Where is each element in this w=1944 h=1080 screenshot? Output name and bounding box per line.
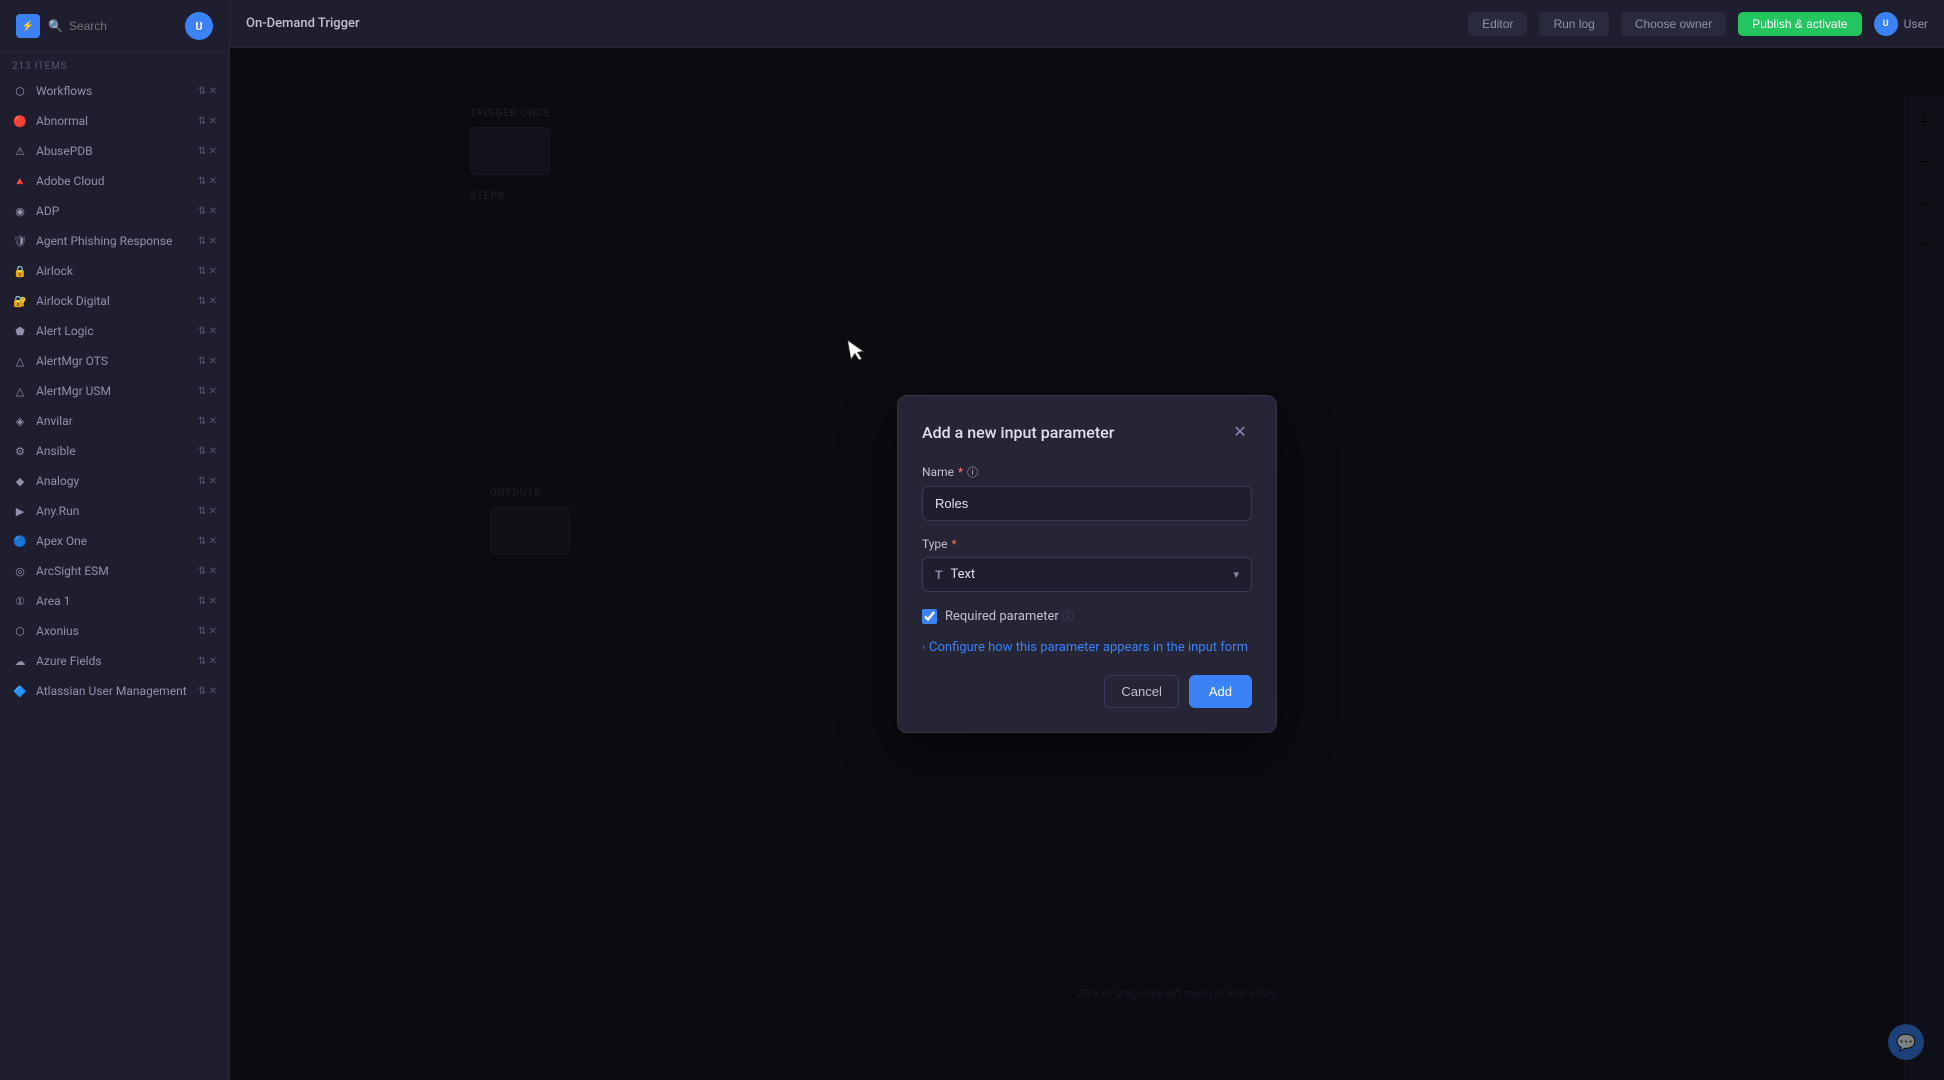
search-icon: 🔍 bbox=[48, 19, 63, 33]
configure-link-text: Configure how this parameter appears in … bbox=[929, 640, 1248, 655]
search-input[interactable] bbox=[69, 19, 177, 33]
chevron-down-icon: ▾ bbox=[1233, 568, 1239, 581]
sidebar-item-adp[interactable]: ◉ ADP ⇅ ✕ bbox=[0, 196, 229, 226]
sidebar-items: ⬡ Workflows ⇅ ✕ 🔴 Abnormal ⇅ ✕ ⚠ AbusePD… bbox=[0, 76, 229, 1080]
modal-footer: Cancel Add bbox=[922, 675, 1252, 708]
atlassian-icon: 🔷 bbox=[12, 683, 28, 699]
type-required-marker: * bbox=[952, 537, 957, 551]
sidebar-item-area1[interactable]: ① Area 1 ⇅ ✕ bbox=[0, 586, 229, 616]
cancel-button[interactable]: Cancel bbox=[1104, 675, 1178, 708]
select-left: T Text bbox=[935, 567, 975, 582]
chevron-right-icon: › bbox=[922, 642, 925, 653]
modal-close-button[interactable]: ✕ bbox=[1228, 420, 1252, 444]
sidebar-item-abnormal[interactable]: 🔴 Abnormal ⇅ ✕ bbox=[0, 106, 229, 136]
abnormal-icon: 🔴 bbox=[12, 113, 28, 129]
modal-header: Add a new input parameter ✕ bbox=[922, 420, 1252, 444]
name-field-group: Name * ⓘ bbox=[922, 464, 1252, 521]
text-type-icon: T bbox=[935, 568, 942, 582]
alert-logic-icon: ⬟ bbox=[12, 323, 28, 339]
sidebar-item-arcsight[interactable]: ◎ ArcSight ESM ⇅ ✕ bbox=[0, 556, 229, 586]
topbar: On-Demand Trigger Editor Run log Choose … bbox=[230, 0, 1944, 48]
required-checkbox-row: Required parameter ⓘ bbox=[922, 608, 1252, 624]
sidebar-item-any-run[interactable]: ▶ Any.Run ⇅ ✕ bbox=[0, 496, 229, 526]
workflows-icon: ⬡ bbox=[12, 83, 28, 99]
sidebar-item-airlock[interactable]: 🔒 Airlock ⇅ ✕ bbox=[0, 256, 229, 286]
name-input[interactable] bbox=[922, 486, 1252, 521]
sidebar-header: ⚡ 🔍 U bbox=[0, 0, 229, 53]
sidebar-item-alertmgr-usm[interactable]: △ AlertMgr USM ⇅ ✕ bbox=[0, 376, 229, 406]
alertmgr-ots-icon: △ bbox=[12, 353, 28, 369]
add-parameter-modal: Add a new input parameter ✕ Name * ⓘ bbox=[897, 395, 1277, 733]
workflow-area: TRIGGER ONCE STEPS OUTPUTS Click or drag… bbox=[230, 48, 1944, 1080]
name-label: Name * ⓘ bbox=[922, 464, 1252, 480]
sidebar-item-azure-fields[interactable]: ☁ Azure Fields ⇅ ✕ bbox=[0, 646, 229, 676]
any-run-icon: ▶ bbox=[12, 503, 28, 519]
app-logo: ⚡ bbox=[16, 14, 40, 38]
modal-title: Add a new input parameter bbox=[922, 423, 1114, 442]
sidebar-item-atlassian[interactable]: 🔷 Atlassian User Management ⇅ ✕ bbox=[0, 676, 229, 706]
name-required-marker: * bbox=[958, 465, 963, 479]
anvilar-icon: ◈ bbox=[12, 413, 28, 429]
sidebar-nav-label: 213 items bbox=[0, 53, 229, 76]
main-content: On-Demand Trigger Editor Run log Choose … bbox=[230, 0, 1944, 1080]
search-area: 🔍 bbox=[48, 19, 177, 33]
page-title: On-Demand Trigger bbox=[246, 16, 1456, 31]
type-selected-value: Text bbox=[950, 567, 975, 582]
sidebar-item-apex-one[interactable]: 🔵 Apex One ⇅ ✕ bbox=[0, 526, 229, 556]
configure-link[interactable]: › Configure how this parameter appears i… bbox=[922, 640, 1252, 655]
topbar-avatar[interactable]: U bbox=[1874, 12, 1898, 36]
airlock-icon: 🔒 bbox=[12, 263, 28, 279]
user-info: U User bbox=[1874, 12, 1928, 36]
sidebar-item-workflows[interactable]: ⬡ Workflows ⇅ ✕ bbox=[0, 76, 229, 106]
sidebar-item-adobe-cloud[interactable]: 🔺 Adobe Cloud ⇅ ✕ bbox=[0, 166, 229, 196]
sidebar-item-anvilar[interactable]: ◈ Anvilar ⇅ ✕ bbox=[0, 406, 229, 436]
adobe-icon: 🔺 bbox=[12, 173, 28, 189]
name-info-icon: ⓘ bbox=[967, 464, 978, 480]
sidebar-item-abusepdb[interactable]: ⚠ AbusePDB ⇅ ✕ bbox=[0, 136, 229, 166]
adp-icon: ◉ bbox=[12, 203, 28, 219]
add-button[interactable]: Add bbox=[1189, 675, 1252, 708]
type-select[interactable]: T Text ▾ bbox=[922, 557, 1252, 592]
sidebar-item-axonius[interactable]: ⬡ Axonius ⇅ ✕ bbox=[0, 616, 229, 646]
username: User bbox=[1904, 17, 1928, 31]
area1-icon: ① bbox=[12, 593, 28, 609]
analogy-icon: ◆ bbox=[12, 473, 28, 489]
ansible-icon: ⚙ bbox=[12, 443, 28, 459]
sidebar-item-alertmgr-ots[interactable]: △ AlertMgr OTS ⇅ ✕ bbox=[0, 346, 229, 376]
agent-phishing-icon: 🛡 bbox=[12, 233, 28, 249]
required-checkbox-label: Required parameter ⓘ bbox=[945, 608, 1074, 624]
type-label: Type * bbox=[922, 537, 1252, 551]
sidebar-item-ansible[interactable]: ⚙ Ansible ⇅ ✕ bbox=[0, 436, 229, 466]
required-info-icon: ⓘ bbox=[1063, 608, 1074, 624]
sidebar-item-airlock-digital[interactable]: 🔐 Airlock Digital ⇅ ✕ bbox=[0, 286, 229, 316]
avatar[interactable]: U bbox=[185, 12, 213, 40]
apex-one-icon: 🔵 bbox=[12, 533, 28, 549]
sidebar-item-label: Workflows bbox=[36, 84, 190, 98]
modal-backdrop: Add a new input parameter ✕ Name * ⓘ bbox=[230, 48, 1944, 1080]
required-checkbox[interactable] bbox=[922, 609, 937, 624]
airlock-digital-icon: 🔐 bbox=[12, 293, 28, 309]
sidebar-item-analogy[interactable]: ◆ Analogy ⇅ ✕ bbox=[0, 466, 229, 496]
alertmgr-usm-icon: △ bbox=[12, 383, 28, 399]
type-field-group: Type * T Text ▾ bbox=[922, 537, 1252, 592]
sidebar: ⚡ 🔍 U 213 items ⬡ Workflows ⇅ ✕ 🔴 Abnorm… bbox=[0, 0, 230, 1080]
expand-icon: ⇅ ✕ bbox=[198, 86, 217, 97]
run-log-button[interactable]: Run log bbox=[1539, 12, 1608, 36]
sidebar-item-alert-logic[interactable]: ⬟ Alert Logic ⇅ ✕ bbox=[0, 316, 229, 346]
choose-owner-button[interactable]: Choose owner bbox=[1621, 12, 1726, 36]
arcsight-icon: ◎ bbox=[12, 563, 28, 579]
azure-fields-icon: ☁ bbox=[12, 653, 28, 669]
axonius-icon: ⬡ bbox=[12, 623, 28, 639]
sidebar-item-agent-phishing[interactable]: 🛡 Agent Phishing Response ⇅ ✕ bbox=[0, 226, 229, 256]
abusepdb-icon: ⚠ bbox=[12, 143, 28, 159]
editor-button[interactable]: Editor bbox=[1468, 12, 1527, 36]
publish-button[interactable]: Publish & activate bbox=[1738, 12, 1861, 36]
